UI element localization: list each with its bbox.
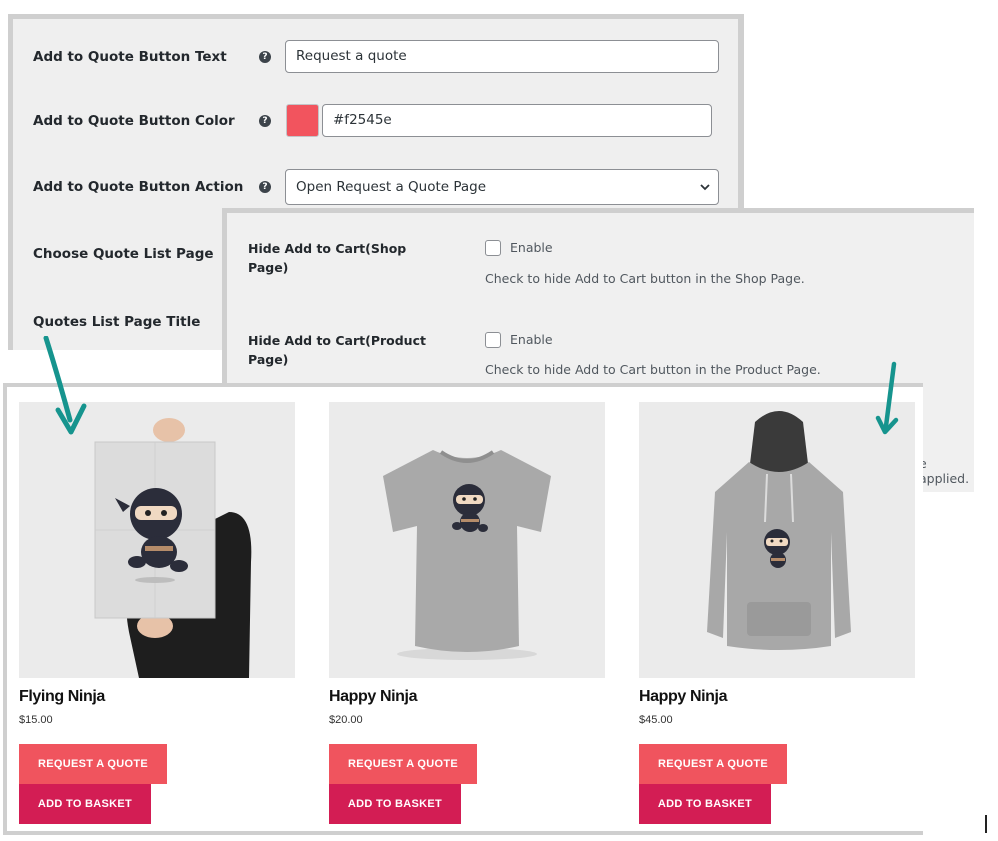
button-color-label: Add to Quote Button Color — [33, 113, 235, 129]
quotes-list-title-label: Quotes List Page Title — [33, 314, 201, 330]
product-title[interactable]: Flying Ninja — [19, 688, 105, 706]
add-to-basket-button[interactable]: Add to basket — [19, 784, 151, 824]
button-color-input[interactable]: #f2545e — [322, 104, 712, 137]
add-to-basket-button[interactable]: Add to basket — [639, 784, 771, 824]
button-action-select[interactable]: Open Request a Quote Page — [285, 169, 719, 205]
product-image-flying-ninja[interactable] — [19, 402, 295, 678]
quote-list-page-label: Choose Quote List Page — [33, 246, 214, 262]
button-action-label: Add to Quote Button Action — [33, 179, 244, 195]
hide-cart-product-label: Hide Add to Cart(Product Page) — [248, 333, 426, 367]
annotation-arrow-icon — [43, 336, 87, 435]
help-icon[interactable]: ? — [259, 181, 271, 193]
product-image-happy-ninja-tshirt[interactable] — [329, 402, 605, 678]
clipped-note: e applied. — [919, 456, 970, 486]
button-action-value: Open Request a Quote Page — [296, 179, 487, 195]
tshirt-image — [329, 402, 605, 678]
chevron-down-icon — [700, 184, 710, 191]
help-icon[interactable]: ? — [259, 115, 271, 127]
hide-cart-shop-label: Hide Add to Cart(Shop Page) — [248, 241, 407, 275]
product-price: $45.00 — [639, 714, 673, 726]
request-quote-button[interactable]: Request a quote — [19, 744, 167, 784]
product-image-happy-ninja-hoodie[interactable] — [639, 402, 915, 678]
add-to-basket-button[interactable]: Add to basket — [329, 784, 461, 824]
hide-cart-shop-description: Check to hide Add to Cart button in the … — [485, 271, 805, 286]
poster-image — [19, 402, 295, 678]
hoodie-image — [639, 402, 915, 678]
hide-cart-shop-enable-label: Enable — [510, 240, 553, 255]
product-price: $15.00 — [19, 714, 53, 726]
button-text-input[interactable]: Request a quote — [285, 40, 719, 73]
color-swatch[interactable] — [286, 104, 319, 137]
hide-cart-product-enable-label: Enable — [510, 332, 553, 347]
hide-cart-product-checkbox[interactable] — [485, 332, 501, 348]
request-quote-button[interactable]: Request a quote — [329, 744, 477, 784]
help-icon[interactable]: ? — [259, 51, 271, 63]
divider — [985, 815, 987, 833]
annotation-arrow-icon — [875, 361, 899, 435]
button-text-label: Add to Quote Button Text — [33, 49, 227, 65]
hide-cart-product-description: Check to hide Add to Cart button in the … — [485, 362, 821, 377]
product-title[interactable]: Happy Ninja — [329, 688, 417, 706]
request-quote-button[interactable]: Request a quote — [639, 744, 787, 784]
product-title[interactable]: Happy Ninja — [639, 688, 727, 706]
hide-cart-shop-checkbox[interactable] — [485, 240, 501, 256]
product-price: $20.00 — [329, 714, 363, 726]
